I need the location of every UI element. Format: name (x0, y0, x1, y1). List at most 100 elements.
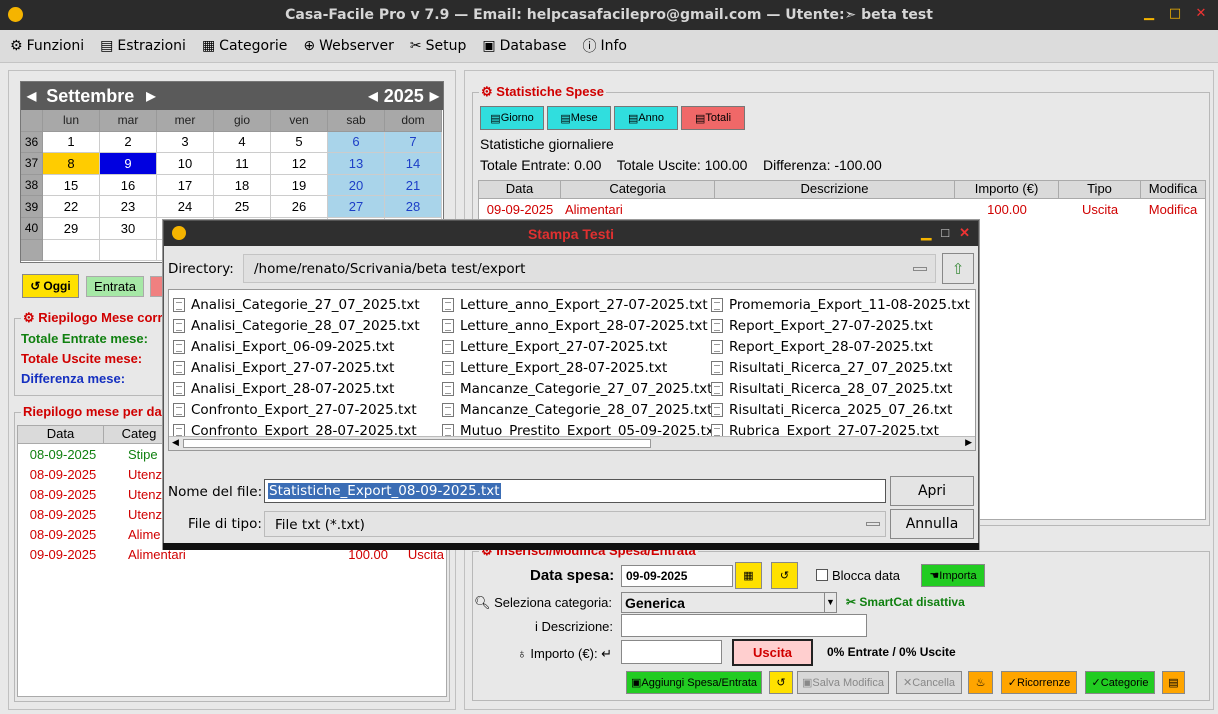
refresh-icon[interactable]: ↺ (771, 562, 798, 589)
file-tipo-select[interactable]: File txt (*.txt) (264, 511, 886, 537)
dropdown-handle-icon[interactable] (913, 267, 927, 271)
next-year-icon[interactable]: ▶ (430, 89, 439, 103)
calendar-day[interactable]: 27 (328, 196, 385, 218)
calendar-day[interactable]: 23 (100, 196, 157, 218)
calendar-day[interactable]: 1 (43, 131, 100, 154)
chevron-down-icon[interactable]: ▼ (824, 593, 836, 612)
scrollbar-thumb[interactable] (183, 439, 651, 448)
minimize-icon[interactable]: ▁ (921, 225, 931, 241)
file-item[interactable]: Letture_Export_27-07-2025.txt (442, 336, 719, 357)
calendar-day[interactable]: 22 (43, 196, 100, 218)
prev-month-icon[interactable]: ◀ (27, 89, 36, 103)
calendar-day[interactable]: 10 (157, 153, 214, 175)
calendar-day[interactable]: 9 (100, 153, 157, 175)
parent-folder-icon[interactable]: ⇧ (942, 253, 974, 284)
oggi-button[interactable]: ↺ Oggi (22, 274, 79, 298)
calendar-day[interactable]: 19 (271, 174, 328, 197)
file-item[interactable]: Analisi_Export_06-09-2025.txt (173, 336, 420, 357)
file-item[interactable]: Risultati_Ricerca_2025_07_26.txt (711, 399, 970, 420)
importa-button[interactable]: ☚ Importa (921, 564, 985, 587)
ricorrenze-button[interactable]: ✓ Ricorrenze (1001, 671, 1077, 694)
tab-mese[interactable]: ▤ Mese (547, 106, 611, 130)
tab-anno[interactable]: ▤ Anno (614, 106, 678, 130)
horizontal-scrollbar[interactable]: ◀ ▶ (169, 436, 975, 450)
menu-webserver[interactable]: ⊕ Webserver (303, 38, 394, 54)
menu-categorie[interactable]: ▦ Categorie (202, 38, 287, 54)
file-item[interactable]: Risultati_Ricerca_28_07_2025.txt (711, 378, 970, 399)
file-item[interactable]: Letture_anno_Export_27-07-2025.txt (442, 294, 719, 315)
calendar-day[interactable]: 14 (385, 153, 442, 175)
close-icon[interactable]: ✕ (959, 225, 970, 241)
apri-button[interactable]: Apri (890, 476, 974, 506)
calendar-day[interactable]: 28 (385, 196, 442, 218)
entrata-button[interactable]: Entrata (86, 276, 144, 297)
scroll-left-icon[interactable]: ◀ (172, 437, 179, 448)
calendar-day[interactable]: 18 (214, 174, 271, 197)
importo-input[interactable] (621, 640, 722, 664)
prev-year-icon[interactable]: ◀ (368, 89, 377, 103)
close-icon[interactable]: ✕ (1194, 6, 1208, 21)
reset-icon[interactable]: ↺ (769, 671, 793, 694)
annulla-button[interactable]: Annulla (890, 509, 974, 539)
file-item[interactable]: Promemoria_Export_11-08-2025.txt (711, 294, 970, 315)
calendar-day[interactable]: 5 (271, 131, 328, 154)
calendar-day[interactable]: 3 (157, 131, 214, 154)
tab-giorno[interactable]: ▤ Giorno (480, 106, 544, 130)
calendar-day[interactable]: 13 (328, 153, 385, 175)
calendar-day[interactable]: 26 (271, 196, 328, 218)
file-item[interactable]: Letture_Export_28-07-2025.txt (442, 357, 719, 378)
categorie-button[interactable]: ✓ Categorie (1085, 671, 1155, 694)
calendar-day[interactable]: 8 (43, 153, 100, 175)
calendar-day[interactable]: 25 (214, 196, 271, 218)
aggiungi-button[interactable]: ▣ Aggiungi Spesa/Entrata (626, 671, 762, 694)
nome-file-input[interactable]: Statistiche_Export_08-09-2025.txt (264, 479, 886, 503)
calendar-day[interactable]: 7 (385, 131, 442, 154)
calendar-day[interactable]: 17 (157, 174, 214, 197)
next-month-icon[interactable]: ▶ (146, 89, 155, 103)
cancella-button[interactable]: ✕ Cancella (896, 671, 962, 694)
calendar-day[interactable]: 21 (385, 174, 442, 197)
file-item[interactable]: Mancanze_Categorie_28_07_2025.txt (442, 399, 719, 420)
maximize-icon[interactable]: □ (941, 225, 949, 241)
file-item[interactable]: Analisi_Export_28-07-2025.txt (173, 378, 420, 399)
calendar-day[interactable]: 24 (157, 196, 214, 218)
file-item[interactable]: Report_Export_27-07-2025.txt (711, 315, 970, 336)
descrizione-input[interactable] (621, 614, 867, 637)
file-item[interactable]: Analisi_Export_27-07-2025.txt (173, 357, 420, 378)
calendar-day[interactable]: 12 (271, 153, 328, 175)
menu-funzioni[interactable]: ⚙ Funzioni (10, 38, 84, 54)
calendar-day[interactable]: 30 (100, 217, 157, 240)
calendar-day[interactable]: 4 (214, 131, 271, 154)
uscita-button-partial[interactable] (150, 276, 164, 297)
blocca-data-checkbox[interactable] (816, 569, 828, 581)
menu-info[interactable]: ⓘ Info (582, 36, 627, 56)
menu-database[interactable]: ▣ Database (482, 38, 566, 54)
menu-estrazioni[interactable]: ▤ Estrazioni (100, 38, 186, 54)
maximize-icon[interactable]: □ (1168, 6, 1182, 21)
salva-modifica-button[interactable]: ▣ Salva Modifica (797, 671, 889, 694)
minimize-icon[interactable]: ▁ (1142, 6, 1156, 21)
file-item[interactable]: Analisi_Categorie_27_07_2025.txt (173, 294, 420, 315)
uscita-toggle[interactable]: Uscita (732, 639, 813, 666)
modifica-link[interactable]: Modifica (1141, 202, 1205, 217)
table-row[interactable]: 09-09-2025 Alimentari 100.00 Uscita Modi… (479, 199, 1205, 219)
tab-totali[interactable]: ▤ Totali (681, 106, 745, 130)
file-item[interactable]: Analisi_Categorie_28_07_2025.txt (173, 315, 420, 336)
dropdown-handle-icon[interactable] (866, 522, 880, 526)
calendar-day[interactable]: 20 (328, 174, 385, 197)
file-item[interactable]: Mancanze_Categorie_27_07_2025.txt (442, 378, 719, 399)
calendar-day[interactable]: 2 (100, 131, 157, 154)
calendar-day[interactable]: 11 (214, 153, 271, 175)
menu-setup[interactable]: ✂ Setup (410, 38, 466, 54)
data-spesa-input[interactable]: 09-09-2025 (621, 565, 733, 587)
calendar-day[interactable]: 16 (100, 174, 157, 197)
export-icon[interactable]: ▤ (1162, 671, 1185, 694)
categoria-select[interactable]: Generica (621, 592, 837, 613)
calendar-day[interactable]: 29 (43, 217, 100, 240)
directory-select[interactable]: /home/renato/Scrivania/beta test/export (243, 254, 936, 283)
file-item[interactable]: Report_Export_28-07-2025.txt (711, 336, 970, 357)
file-item[interactable]: Letture_anno_Export_28-07-2025.txt (442, 315, 719, 336)
fire-icon[interactable]: ♨ (968, 671, 993, 694)
calendar-icon[interactable]: ▦ (735, 562, 762, 589)
calendar-day[interactable]: 6 (328, 131, 385, 154)
